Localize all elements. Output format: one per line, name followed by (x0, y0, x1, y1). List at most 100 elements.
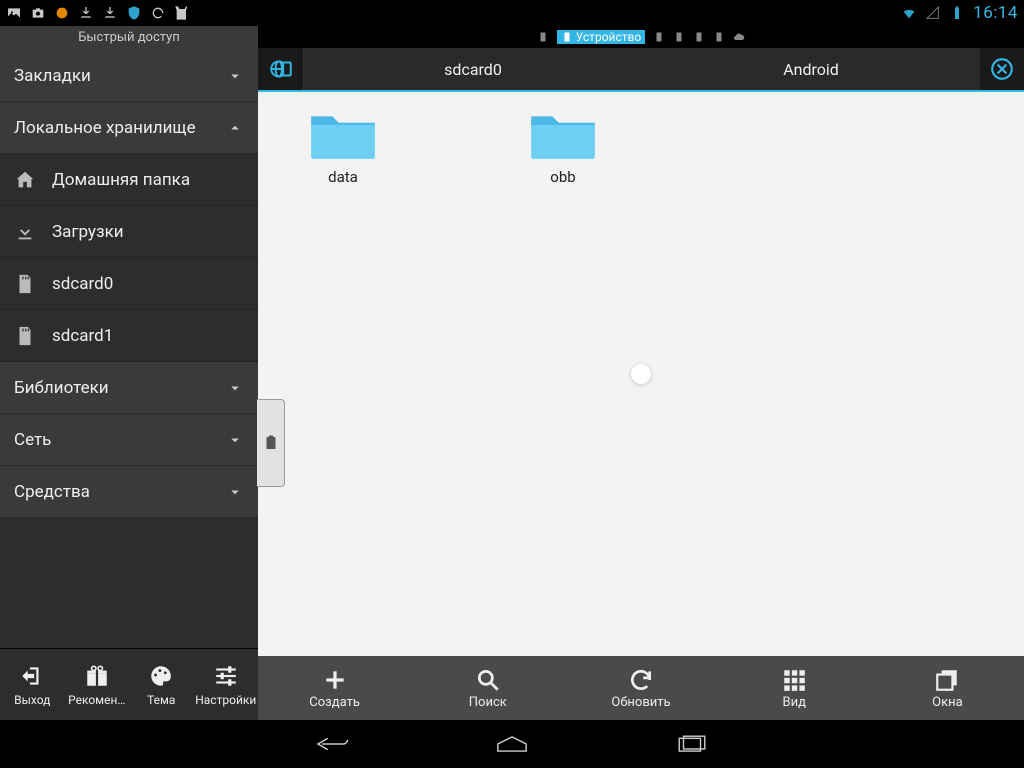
device-icon[interactable] (653, 31, 665, 43)
sidebar-title: Быстрый доступ (0, 26, 258, 50)
breadcrumb-close-button[interactable] (980, 47, 1024, 91)
clock-text: 16:14 (973, 3, 1018, 23)
search-icon (475, 667, 501, 693)
palette-icon (148, 663, 174, 689)
plus-icon (322, 667, 348, 693)
sidebar-section-local-storage[interactable]: Локальное хранилище (0, 102, 258, 154)
sidebar-section-network[interactable]: Сеть (0, 414, 258, 466)
chevron-down-icon (226, 483, 244, 501)
status-right-icons: 16:14 (901, 3, 1018, 23)
windows-label: Окна (932, 695, 963, 710)
create-button[interactable]: Создать (258, 656, 411, 720)
refresh-button[interactable]: Обновить (564, 656, 717, 720)
download-icon (78, 5, 94, 21)
main-toolbar: Создать Поиск Обновить Вид Окна (258, 656, 1024, 720)
sidebar-section-tools[interactable]: Средства (0, 466, 258, 518)
folder-obb[interactable]: obb (508, 110, 618, 186)
store-icon (174, 5, 190, 21)
grid-icon (781, 667, 807, 693)
sidebar-section-label: Сеть (14, 430, 51, 450)
settings-label: Настройки (195, 693, 256, 707)
file-grid[interactable]: data obb (258, 92, 1024, 656)
sidebar-item-downloads[interactable]: Загрузки (0, 206, 258, 258)
chevron-down-icon (226, 379, 244, 397)
sidebar-item-sdcard0[interactable]: sdcard0 (0, 258, 258, 310)
chevron-up-icon (226, 119, 244, 137)
sdcard-icon (14, 325, 36, 347)
device-icon[interactable] (693, 31, 705, 43)
tab-label: Устройство (576, 30, 641, 44)
folder-icon (529, 110, 597, 162)
exit-button[interactable]: Выход (0, 649, 65, 720)
download-icon (102, 5, 118, 21)
breadcrumb-seg-sdcard0[interactable]: sdcard0 (304, 48, 642, 90)
sidebar-item-label: sdcard1 (52, 326, 113, 346)
nav-recent-button[interactable] (672, 724, 712, 764)
sidebar-item-label: sdcard0 (52, 274, 113, 294)
nav-home-button[interactable] (492, 724, 532, 764)
refresh-icon (628, 667, 654, 693)
android-nav-bar (0, 720, 1024, 768)
recommended-button[interactable]: Рекомен… (65, 649, 130, 720)
view-label: Вид (782, 695, 805, 710)
sidebar-section-bookmarks[interactable]: Закладки (0, 50, 258, 102)
device-icon[interactable] (673, 31, 685, 43)
breadcrumb: sdcard0 Android (258, 48, 1024, 92)
theme-button[interactable]: Тема (129, 649, 194, 720)
sidebar-section-label: Библиотеки (14, 378, 109, 398)
windows-icon (934, 667, 960, 693)
search-label: Поиск (469, 695, 507, 710)
android-status-bar: 16:14 (0, 0, 1024, 26)
chevron-down-icon (226, 431, 244, 449)
gift-icon (84, 663, 110, 689)
sidebar-item-home[interactable]: Домашняя папка (0, 154, 258, 206)
sidebar-item-label: Домашняя папка (52, 170, 190, 190)
download-icon (14, 221, 36, 243)
breadcrumb-seg-android[interactable]: Android (642, 48, 980, 90)
status-left-icons (6, 5, 190, 21)
sdcard-icon (14, 273, 36, 295)
loading-indicator (631, 364, 651, 384)
folder-label: obb (550, 168, 575, 186)
sync-icon (150, 5, 166, 21)
window-tabs-bar: Устройство (258, 26, 1024, 48)
sidebar-section-libraries[interactable]: Библиотеки (0, 362, 258, 414)
device-icon[interactable] (537, 31, 549, 43)
cloud-icon[interactable] (733, 31, 745, 43)
recommended-label: Рекомен… (68, 693, 125, 707)
home-icon (14, 169, 36, 191)
sidebar: Быстрый доступ Закладки Локальное хранил… (0, 26, 258, 720)
sidebar-section-label: Закладки (14, 66, 91, 86)
folder-data[interactable]: data (288, 110, 398, 186)
sidebar-section-label: Средства (14, 482, 90, 502)
breadcrumb-label: Android (783, 60, 839, 79)
breadcrumb-label: sdcard0 (444, 60, 502, 79)
settings-button[interactable]: Настройки (194, 649, 259, 720)
chevron-down-icon (226, 67, 244, 85)
wifi-icon (901, 5, 917, 21)
clipboard-drawer-handle[interactable] (257, 399, 285, 487)
sidebar-section-label: Локальное хранилище (14, 118, 196, 138)
sliders-icon (213, 663, 239, 689)
tab-device-active[interactable]: Устройство (557, 30, 645, 44)
device-icon (561, 31, 573, 43)
battery-icon (949, 5, 965, 21)
sidebar-item-sdcard1[interactable]: sdcard1 (0, 310, 258, 362)
camera-icon (30, 5, 46, 21)
sidebar-bottom-toolbar: Выход Рекомен… Тема Настройки (0, 648, 258, 720)
windows-button[interactable]: Окна (871, 656, 1024, 720)
photo-icon (6, 5, 22, 21)
nav-back-button[interactable] (312, 724, 352, 764)
app-icon (54, 5, 70, 21)
create-label: Создать (309, 695, 360, 710)
search-button[interactable]: Поиск (411, 656, 564, 720)
theme-label: Тема (147, 693, 175, 707)
shield-icon (126, 5, 142, 21)
refresh-label: Обновить (611, 695, 670, 710)
signal-icon (925, 5, 941, 21)
device-icon[interactable] (713, 31, 725, 43)
folder-icon (309, 110, 377, 162)
exit-label: Выход (14, 693, 50, 707)
breadcrumb-root-button[interactable] (258, 48, 304, 90)
view-button[interactable]: Вид (718, 656, 871, 720)
